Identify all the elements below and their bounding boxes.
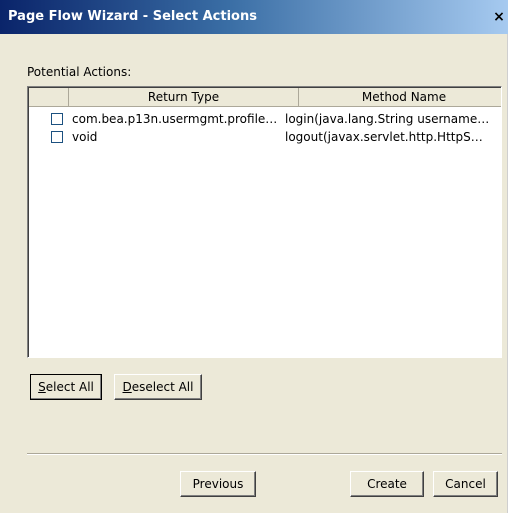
potential-actions-label: Potential Actions: <box>27 65 132 79</box>
select-all-button[interactable]: Select All <box>30 374 102 400</box>
close-icon[interactable]: × <box>490 7 508 27</box>
column-header-method-name[interactable]: Method Name <box>299 88 501 107</box>
select-all-mnemonic: S <box>38 380 46 394</box>
row-checkbox[interactable] <box>51 113 63 125</box>
footer-divider <box>27 453 502 455</box>
wizard-dialog: Page Flow Wizard - Select Actions × Pote… <box>0 0 508 513</box>
create-button[interactable]: Create <box>350 471 424 497</box>
deselect-all-button[interactable]: Deselect All <box>114 374 202 400</box>
deselect-all-label: eselect All <box>131 380 194 394</box>
table-row[interactable]: com.bea.p13n.usermgmt.profile… login(jav… <box>29 110 501 128</box>
method-name-cell: login(java.lang.String username… <box>285 112 490 126</box>
row-checkbox[interactable] <box>51 131 63 143</box>
previous-button[interactable]: Previous <box>180 471 256 497</box>
cancel-button[interactable]: Cancel <box>433 471 498 497</box>
return-type-cell: void <box>72 130 98 144</box>
column-header-return-type[interactable]: Return Type <box>69 88 299 107</box>
return-type-cell: com.bea.p13n.usermgmt.profile… <box>72 112 278 126</box>
column-header-select[interactable] <box>29 88 69 107</box>
dialog-title: Page Flow Wizard - Select Actions <box>8 9 257 24</box>
method-name-cell: logout(javax.servlet.http.HttpS… <box>285 130 483 144</box>
table-header: Return Type Method Name <box>29 88 501 107</box>
actions-table[interactable]: Return Type Method Name com.bea.p13n.use… <box>27 86 502 358</box>
title-bar[interactable]: Page Flow Wizard - Select Actions × <box>0 0 508 34</box>
table-row[interactable]: void logout(javax.servlet.http.HttpS… <box>29 128 501 146</box>
deselect-all-mnemonic: D <box>122 380 132 394</box>
select-all-label: elect All <box>45 380 94 394</box>
